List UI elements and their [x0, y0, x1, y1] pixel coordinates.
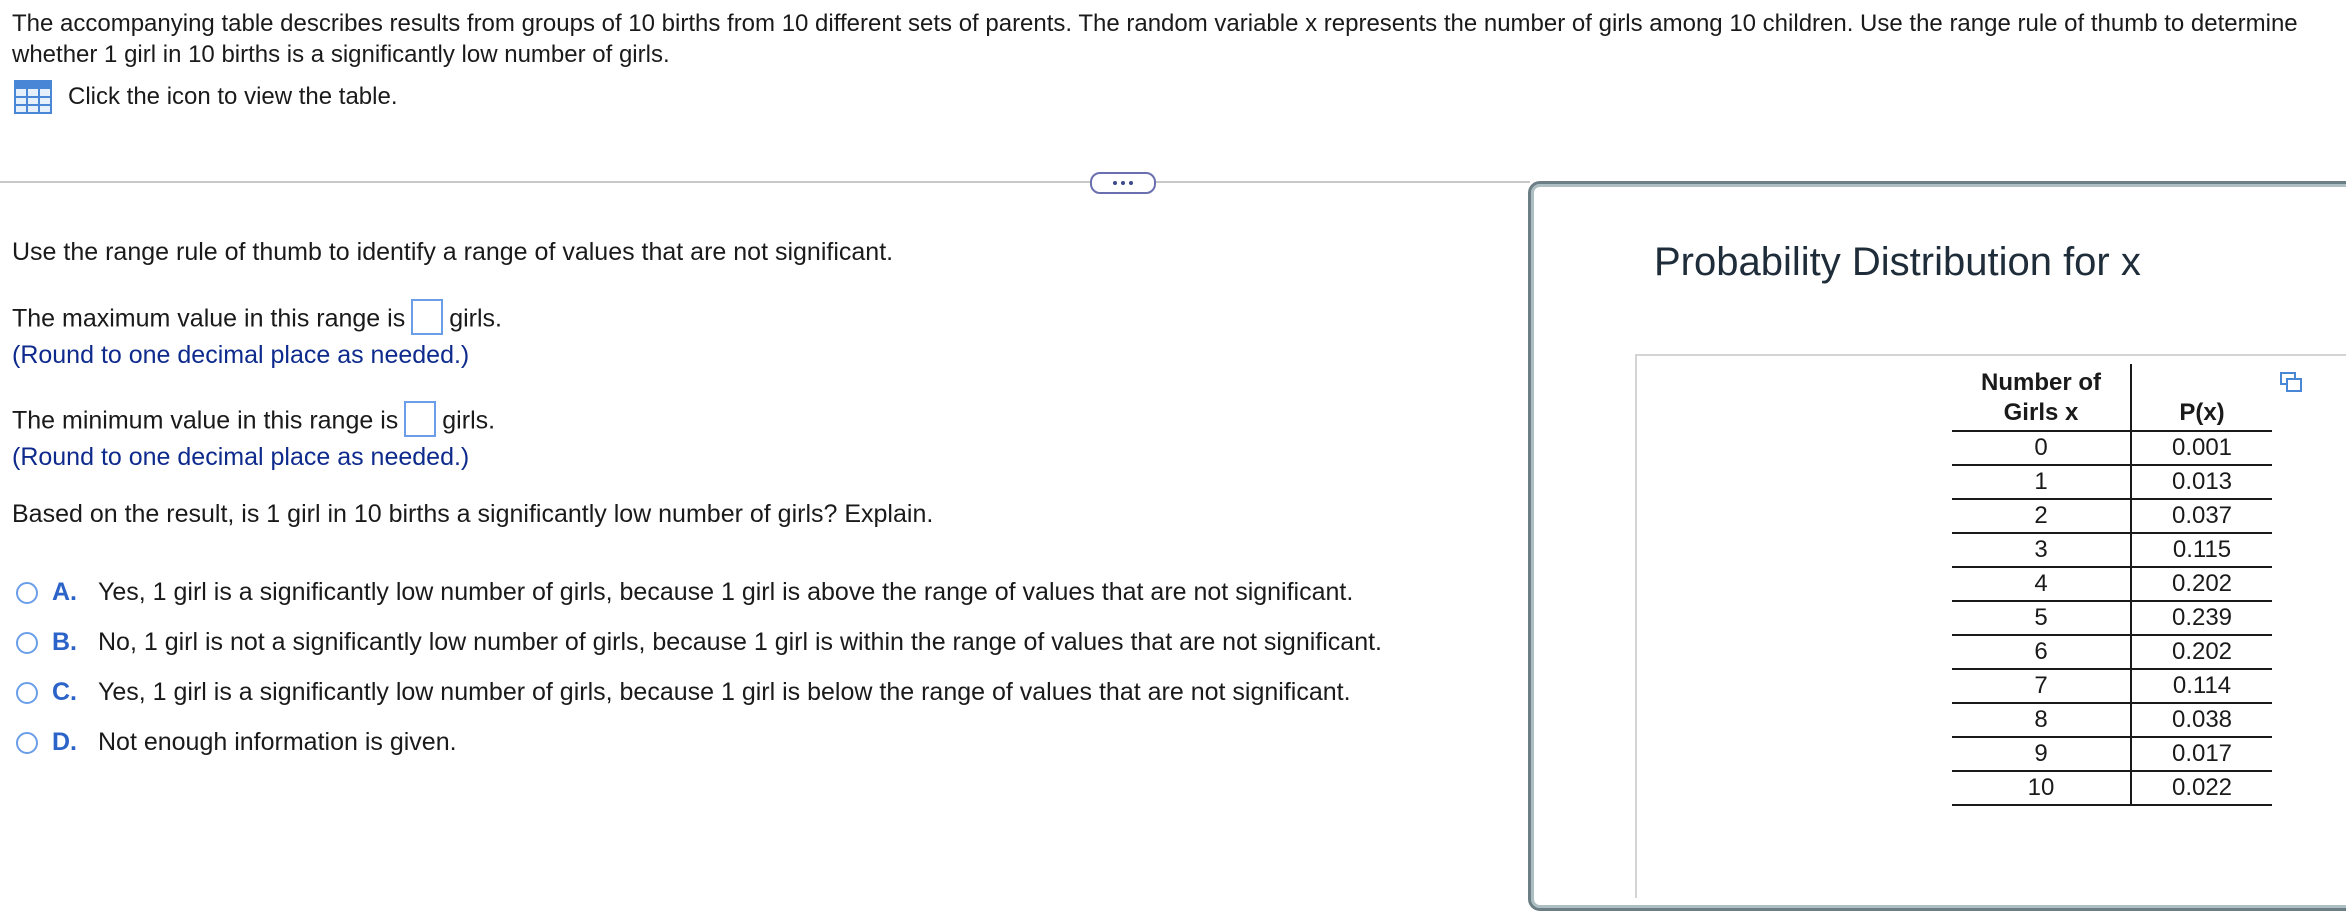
cell-probability: 0.001	[2130, 431, 2272, 466]
cell-girls-x: 3	[1952, 533, 2131, 568]
panel-inner-edge	[1635, 354, 1637, 898]
explain-prompt: Based on the result, is 1 girl in 10 bir…	[12, 500, 934, 528]
cell-probability: 0.114	[2130, 669, 2272, 704]
min-prefix: The minimum value in this range is	[12, 406, 399, 435]
cell-girls-x: 1	[1952, 465, 2131, 500]
table-row: 4 0.202	[1952, 567, 2272, 602]
header-number-of-girls: Number of Girls x	[1952, 364, 2131, 432]
more-icon[interactable]	[1090, 172, 1156, 194]
cell-girls-x: 8	[1952, 703, 2131, 738]
cell-girls-x: 9	[1952, 737, 2131, 772]
table-row: 7 0.114	[1952, 669, 2272, 704]
option-c-letter: C.	[52, 678, 77, 706]
cell-probability: 0.202	[2130, 567, 2272, 602]
option-d-letter: D.	[52, 728, 77, 756]
cell-girls-x: 10	[1952, 771, 2131, 806]
max-suffix: girls.	[449, 304, 503, 333]
header-probability: P(x)	[2130, 364, 2272, 432]
option-c-radio[interactable]	[16, 681, 38, 704]
option-a-letter: A.	[52, 578, 77, 606]
option-c[interactable]: C. Yes, 1 girl is a significantly low nu…	[16, 678, 1351, 707]
max-value-input[interactable]	[411, 299, 444, 335]
max-hint: (Round to one decimal place as needed.)	[12, 341, 470, 369]
min-hint: (Round to one decimal place as needed.)	[12, 443, 470, 471]
cell-probability: 0.115	[2130, 533, 2272, 568]
cell-girls-x: 4	[1952, 567, 2131, 602]
min-suffix: girls.	[442, 406, 496, 435]
option-b-letter: B.	[52, 628, 77, 656]
max-prefix: The maximum value in this range is	[12, 304, 406, 333]
table-row: 0 0.001	[1952, 431, 2272, 466]
table-row: 10 0.022	[1952, 771, 2272, 806]
table-row: 1 0.013	[1952, 465, 2272, 500]
table-icon[interactable]	[14, 80, 52, 114]
panel-title: Probability Distribution for x	[1654, 240, 2141, 284]
cell-probability: 0.013	[2130, 465, 2272, 500]
min-value-input[interactable]	[404, 401, 437, 437]
option-b-radio[interactable]	[16, 631, 38, 654]
option-a-text[interactable]: Yes, 1 girl is a significantly low numbe…	[98, 578, 1353, 607]
cell-probability: 0.038	[2130, 703, 2272, 738]
option-b[interactable]: B. No, 1 girl is not a significantly low…	[16, 628, 1382, 657]
table-row: 9 0.017	[1952, 737, 2272, 772]
cell-probability: 0.017	[2130, 737, 2272, 772]
view-table-label[interactable]: Click the icon to view the table.	[68, 83, 398, 111]
cell-probability: 0.239	[2130, 601, 2272, 636]
panel-inner-divider	[1636, 354, 2346, 356]
cell-girls-x: 0	[1952, 431, 2131, 466]
section-divider	[0, 181, 1530, 183]
table-header-row: Number of Girls x P(x)	[1952, 364, 2272, 432]
option-a-radio[interactable]	[16, 581, 38, 604]
cell-girls-x: 7	[1952, 669, 2131, 704]
table-row: 2 0.037	[1952, 499, 2272, 534]
cell-probability: 0.202	[2130, 635, 2272, 670]
probability-table: Number of Girls x P(x) 0 0.001 1 0.013 2 0.037…	[1952, 364, 2272, 806]
cell-girls-x: 5	[1952, 601, 2131, 636]
table-row: 6 0.202	[1952, 635, 2272, 670]
instruction-text: Use the range rule of thumb to identify …	[12, 238, 894, 266]
table-row: 3 0.115	[1952, 533, 2272, 568]
view-table-link[interactable]: Click the icon to view the table.	[14, 80, 398, 114]
option-c-text[interactable]: Yes, 1 girl is a significantly low numbe…	[98, 678, 1351, 707]
option-d-radio[interactable]	[16, 731, 38, 754]
cell-girls-x: 6	[1952, 635, 2131, 670]
min-row: The minimum value in this range is girls.	[12, 401, 496, 440]
cell-probability: 0.022	[2130, 771, 2272, 806]
option-a[interactable]: A. Yes, 1 girl is a significantly low nu…	[16, 578, 1353, 607]
table-row: 8 0.038	[1952, 703, 2272, 738]
option-b-text[interactable]: No, 1 girl is not a significantly low nu…	[98, 628, 1382, 657]
cell-probability: 0.037	[2130, 499, 2272, 534]
cell-girls-x: 2	[1952, 499, 2131, 534]
copy-icon[interactable]	[2280, 372, 2302, 392]
option-d-text[interactable]: Not enough information is given.	[98, 728, 457, 757]
question-text: The accompanying table describes results…	[12, 10, 2298, 68]
option-d[interactable]: D. Not enough information is given.	[16, 728, 457, 757]
max-row: The maximum value in this range is girls.	[12, 299, 503, 338]
table-row: 5 0.239	[1952, 601, 2272, 636]
